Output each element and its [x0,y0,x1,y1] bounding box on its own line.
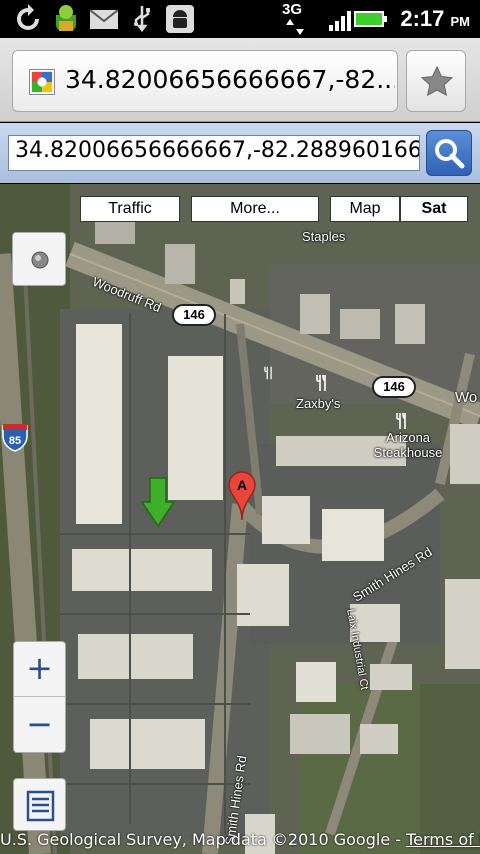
my-location-button[interactable] [12,232,66,286]
status-bar: 3G 2:17 PM [0,0,480,38]
map-search-bar: 34.82006656666667,-82.2889601666 [0,123,480,183]
clock-ampm: PM [450,14,471,29]
my-location-arrow-icon [140,477,176,528]
star-icon [420,65,454,97]
sync-icon [17,4,39,30]
restaurant-poi-icon[interactable] [394,412,408,430]
marker-label: A [237,477,247,493]
network-type: 3G [282,1,303,18]
map-attribution: U.S. Geological Survey, Map data ©2010 G… [0,830,480,854]
url-bar[interactable]: 34.82006656666667,-82.... [12,50,398,112]
list-view-button[interactable] [13,778,66,831]
battery-icon [354,11,387,27]
terms-of-use-link[interactable]: Terms of Use [406,830,480,849]
interstate-number: 85 [9,435,21,447]
more-layers-button[interactable]: More... [191,196,319,222]
route-146-shield: 146 [372,376,416,398]
list-icon [26,790,55,822]
email-icon [89,9,119,29]
restaurant-poi-icon[interactable] [262,366,274,380]
browser-title-bar: 34.82006656666667,-82.... [0,38,480,122]
interstate-85-shield-icon: 85 [2,424,28,452]
traffic-button[interactable]: Traffic [80,196,180,222]
zoom-controls: + − [13,641,66,753]
attribution-text: U.S. Geological Survey, Map data ©2010 G… [0,830,407,849]
label-arizona-steakhouse: Arizona Steakhouse [373,430,443,460]
bookmark-button[interactable] [406,50,466,112]
route-146-shield: 146 [172,304,216,326]
label-wo-partial: Wo [455,389,478,406]
search-button[interactable] [426,130,472,176]
location-dot-icon [31,251,49,269]
debug-android-icon [166,5,194,33]
restaurant-poi-icon[interactable] [314,374,328,392]
android-market-icon [56,5,76,31]
url-text: 34.82006656666667,-82.... [65,65,395,94]
google-maps-favicon-icon [29,69,55,95]
label-staples: Staples [302,229,346,244]
data-arrows-icon [286,19,304,35]
clock-time: 2:17 [400,6,445,31]
search-icon [435,139,465,169]
search-input[interactable]: 34.82006656666667,-82.2889601666 [8,135,420,171]
zoom-in-button[interactable]: + [14,642,65,697]
location-marker-a[interactable]: A [226,470,258,522]
map-view-button[interactable]: Map [330,196,400,222]
zoom-out-button[interactable]: − [14,698,65,753]
label-zaxbys: Zaxby's [296,396,341,411]
clock: 2:17 PM [400,6,470,32]
usb-icon [134,6,150,33]
satellite-map[interactable]: Staples Woodruff Rd 146 146 Wo Zaxby's A… [0,184,480,854]
satellite-view-button[interactable]: Sat [400,196,468,222]
